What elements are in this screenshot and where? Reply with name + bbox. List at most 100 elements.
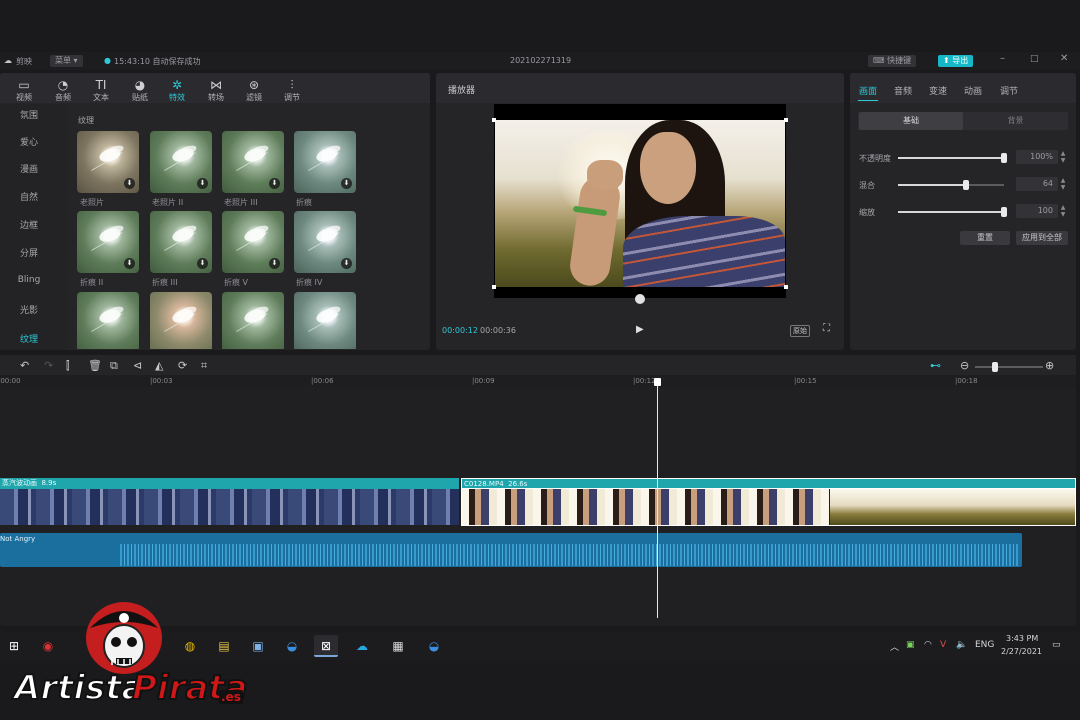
resize-handle[interactable] — [784, 285, 788, 289]
mirror-icon[interactable]: ◭ — [155, 359, 163, 372]
download-icon[interactable]: ⬇ — [197, 178, 208, 189]
notification-icon[interactable]: ▭ — [1052, 640, 1061, 650]
apply-all-button[interactable]: 应用到全部 — [1016, 231, 1068, 245]
network-icon[interactable]: ◠ — [924, 640, 932, 650]
effect-thumb-crease-2[interactable]: ⬇ — [77, 211, 139, 273]
stepper-arrows-icon[interactable]: ▲ ▼ — [1059, 150, 1067, 164]
slider-knob[interactable] — [962, 180, 969, 190]
segment-basic[interactable]: 基础 — [859, 112, 963, 130]
split-icon[interactable]: ⫿ — [66, 359, 70, 373]
resize-handle[interactable] — [492, 118, 496, 122]
clock-date[interactable]: 2/27/2021 — [1001, 647, 1042, 656]
language-indicator[interactable]: ENG — [975, 640, 994, 650]
download-icon[interactable]: ⬇ — [124, 258, 135, 269]
volume-icon[interactable]: 🔈 — [956, 640, 967, 650]
toolbar-filter[interactable]: ⊛ 滤镜 — [236, 78, 272, 103]
toolbar-audio[interactable]: ◔ 音频 — [45, 78, 81, 103]
download-icon[interactable]: ⬇ — [124, 178, 135, 189]
blend-value[interactable]: 64 — [1016, 177, 1058, 191]
effect-thumb-crease-3[interactable]: ⬇ — [150, 211, 212, 273]
clock-time[interactable]: 3:43 PM — [1006, 634, 1038, 643]
image-viewer-icon[interactable]: ▦ — [386, 635, 410, 657]
sidebar-item-texture[interactable]: 纹理 — [0, 332, 58, 345]
effect-thumb[interactable] — [150, 292, 212, 349]
clip-header[interactable]: 蒸汽波动画 8.9s — [0, 478, 459, 489]
playhead-handle[interactable] — [654, 378, 661, 386]
sidebar-item-bling[interactable]: Bling — [0, 275, 58, 285]
toolbar-video[interactable]: ▭ 视频 — [6, 78, 42, 103]
download-icon[interactable]: ⬇ — [269, 258, 280, 269]
edge-icon[interactable]: ◒ — [280, 635, 304, 657]
opacity-value[interactable]: 100% — [1016, 150, 1058, 164]
video-clip-thumbnails[interactable] — [0, 489, 459, 525]
resize-handle[interactable] — [492, 285, 496, 289]
sidebar-item-atmosphere[interactable]: 氛围 — [0, 108, 58, 121]
effect-thumb-old-photo-3[interactable]: ⬇ — [222, 131, 284, 193]
tab-adjust[interactable]: 调节 — [1000, 84, 1018, 97]
scale-slider[interactable] — [898, 207, 1007, 217]
play-icon[interactable]: ▶ — [636, 324, 644, 335]
preview-canvas[interactable] — [492, 104, 788, 304]
zoom-slider[interactable] — [975, 362, 1043, 372]
rotate-icon[interactable]: ⟳ — [178, 359, 187, 372]
toolbar-transition[interactable]: ⋈ 转场 — [198, 78, 234, 103]
effect-thumb-old-photo-2[interactable]: ⬇ — [150, 131, 212, 193]
freeze-icon[interactable]: ⧉ — [110, 359, 118, 373]
tab-picture[interactable]: 画面 — [859, 84, 877, 97]
tray-chevron-icon[interactable]: ︿ — [890, 640, 899, 653]
stepper-arrows-icon[interactable]: ▲ ▼ — [1059, 177, 1067, 191]
download-icon[interactable]: ⬇ — [197, 258, 208, 269]
scale-value[interactable]: 100 — [1016, 204, 1058, 218]
opacity-slider[interactable] — [898, 153, 1007, 163]
segment-background[interactable]: 背景 — [964, 112, 1067, 130]
effect-thumb[interactable] — [294, 292, 356, 349]
sidebar-item-light[interactable]: 光影 — [0, 303, 58, 316]
sidebar-item-border[interactable]: 边框 — [0, 218, 58, 231]
effect-thumb-crease-5[interactable]: ⬇ — [222, 211, 284, 273]
shortcut-button[interactable]: ⌨ 快捷键 — [868, 55, 917, 67]
effect-thumb-old-photo[interactable]: ⬇ — [77, 131, 139, 193]
tab-animation[interactable]: 动画 — [964, 84, 982, 97]
undo-icon[interactable]: ↶ — [20, 359, 29, 372]
toolbar-text[interactable]: TI 文本 — [83, 78, 119, 103]
link-icon[interactable]: ⊷ — [930, 359, 941, 372]
crop-icon[interactable]: ⌗ — [201, 359, 207, 373]
reset-button[interactable]: 重置 — [960, 231, 1010, 245]
effect-thumb-crease[interactable]: ⬇ — [294, 131, 356, 193]
app-window-icon[interactable]: ▣ — [246, 635, 270, 657]
maximize-icon[interactable]: □ — [1030, 54, 1039, 64]
tab-speed[interactable]: 变速 — [929, 84, 947, 97]
toolbar-effects[interactable]: ✲ 特效 — [159, 78, 195, 103]
stepper-arrows-icon[interactable]: ▲ ▼ — [1059, 204, 1067, 218]
download-icon[interactable]: ⬇ — [341, 258, 352, 269]
resize-handle[interactable] — [784, 118, 788, 122]
sidebar-item-nature[interactable]: 自然 — [0, 190, 58, 203]
effect-thumb[interactable] — [222, 292, 284, 349]
effect-thumb[interactable] — [77, 292, 139, 349]
export-button[interactable]: ⬆ 导出 — [938, 55, 974, 67]
cloud-app-icon[interactable]: ☁ — [350, 635, 374, 657]
slider-knob[interactable] — [1001, 153, 1007, 163]
nvidia-icon[interactable]: ▣ — [906, 640, 915, 650]
effect-thumb-crease-4[interactable]: ⬇ — [294, 211, 356, 273]
download-icon[interactable]: ⬇ — [341, 178, 352, 189]
edge-icon[interactable]: ◒ — [422, 635, 446, 657]
slider-knob[interactable] — [1001, 207, 1007, 217]
delete-icon[interactable]: 🗑 — [88, 359, 102, 372]
fullscreen-icon[interactable]: ⛶ — [823, 323, 830, 334]
toolbar-sticker[interactable]: ◕ 贴纸 — [122, 78, 158, 103]
capcut-icon[interactable]: ⊠ — [314, 635, 338, 657]
sidebar-item-comic[interactable]: 漫画 — [0, 162, 58, 175]
sidebar-item-split[interactable]: 分屏 — [0, 246, 58, 259]
blend-slider[interactable] — [898, 180, 1004, 190]
zoom-out-icon[interactable]: ⊖ — [960, 359, 969, 372]
toolbar-adjust[interactable]: ⫶ 调节 — [274, 78, 310, 103]
close-icon[interactable]: ✕ — [1060, 53, 1068, 64]
zoom-knob[interactable] — [992, 362, 999, 372]
tab-audio[interactable]: 音频 — [894, 84, 912, 97]
minimize-icon[interactable]: – — [1000, 53, 1005, 64]
redo-icon[interactable]: ↷ — [44, 359, 53, 372]
clip-header-selected[interactable]: C0128.MP4 26.6s — [461, 478, 1076, 489]
reverse-icon[interactable]: ⊲ — [133, 359, 142, 372]
download-icon[interactable]: ⬇ — [269, 178, 280, 189]
